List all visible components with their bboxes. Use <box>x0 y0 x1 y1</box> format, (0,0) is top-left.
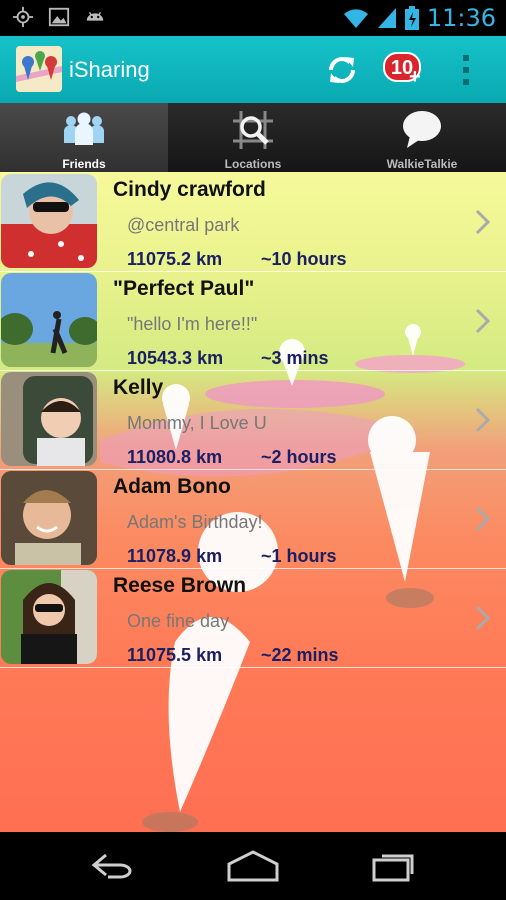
tab-walkietalkie[interactable]: WalkieTalkie <box>338 103 506 172</box>
home-button[interactable] <box>213 844 293 888</box>
notifications-button[interactable]: 10 + <box>380 46 430 96</box>
friend-row[interactable]: Reese Brown One fine day 11075.5 km ~22 … <box>0 568 506 668</box>
friend-row[interactable]: "Perfect Paul" "hello I'm here!!" 10543.… <box>0 271 506 371</box>
overflow-menu-icon <box>463 55 469 85</box>
friend-last-seen: ~22 mins <box>261 645 339 665</box>
action-bar: iSharing 10 + <box>0 36 506 103</box>
overflow-menu-button[interactable] <box>444 48 488 92</box>
friend-status: @central park <box>127 215 240 235</box>
friend-status: Adam's Birthday! <box>127 512 263 532</box>
chevron-right-icon <box>475 605 491 631</box>
tab-locations-label: Locations <box>224 157 282 171</box>
friends-icon <box>64 112 104 145</box>
chat-bubble-icon <box>403 111 441 148</box>
tab-locations[interactable]: Locations <box>169 103 337 172</box>
tab-friends-label: Friends <box>62 157 106 171</box>
back-button[interactable] <box>73 844 153 888</box>
friend-row[interactable]: Kelly Mommy, I Love U 11080.8 km ~2 hour… <box>0 370 506 470</box>
signal-icon <box>377 8 396 28</box>
friend-last-seen: ~2 hours <box>261 447 337 467</box>
friend-avatar <box>1 174 97 268</box>
friend-distance: 11080.8 km <box>127 447 223 467</box>
friend-name: Adam Bono <box>113 475 231 498</box>
friend-status: One fine day <box>127 611 230 631</box>
friend-row[interactable]: Adam Bono Adam's Birthday! 11078.9 km ~1… <box>0 469 506 569</box>
refresh-button[interactable] <box>320 48 364 92</box>
tab-friends[interactable]: Friends <box>0 103 168 172</box>
friend-name: Cindy crawford <box>113 178 266 201</box>
friend-last-seen: ~3 mins <box>261 348 329 368</box>
friend-name: Kelly <box>113 376 164 399</box>
chevron-right-icon <box>475 506 491 532</box>
back-icon <box>91 853 132 879</box>
friend-distance: 11075.2 km <box>127 249 223 269</box>
tab-walkietalkie-label: WalkieTalkie <box>386 157 458 171</box>
chevron-right-icon <box>475 407 491 433</box>
battery-icon <box>404 6 419 30</box>
friends-list: Cindy crawford @central park 11075.2 km … <box>0 172 506 832</box>
locations-icon <box>233 111 273 149</box>
chevron-right-icon <box>475 308 491 334</box>
recent-apps-button[interactable] <box>355 844 435 888</box>
status-bar: 11:36 <box>0 0 506 36</box>
app-title: iSharing <box>69 57 150 82</box>
friend-distance: 10543.3 km <box>127 348 224 368</box>
home-icon <box>227 850 279 882</box>
friend-last-seen: ~10 hours <box>261 249 347 269</box>
app-logo-icon[interactable] <box>16 46 62 92</box>
friend-name: Reese Brown <box>113 574 247 597</box>
recent-apps-icon <box>372 854 414 882</box>
friend-avatar <box>1 273 97 367</box>
chevron-right-icon <box>475 209 491 235</box>
friend-avatar <box>1 471 97 565</box>
friend-status: Mommy, I Love U <box>127 413 267 433</box>
friend-last-seen: ~1 hours <box>261 546 337 566</box>
android-icon <box>86 12 104 21</box>
friend-row[interactable]: Cindy crawford @central park 11075.2 km … <box>0 172 506 272</box>
refresh-icon <box>329 57 355 83</box>
friend-avatar <box>1 570 97 664</box>
notification-plus: + <box>409 66 421 88</box>
friend-name: "Perfect Paul" <box>113 277 255 300</box>
friend-avatar <box>1 372 97 466</box>
friend-status: "hello I'm here!!" <box>127 314 258 334</box>
wifi-icon <box>343 9 368 28</box>
friend-distance: 11078.9 km <box>127 546 223 566</box>
status-time: 11:36 <box>426 4 496 32</box>
system-nav-bar <box>0 832 506 900</box>
tab-bar: Friends Locations WalkieTalkie <box>0 103 506 172</box>
gps-icon <box>12 6 34 28</box>
image-icon <box>48 7 70 27</box>
friend-distance: 11075.5 km <box>127 645 223 665</box>
